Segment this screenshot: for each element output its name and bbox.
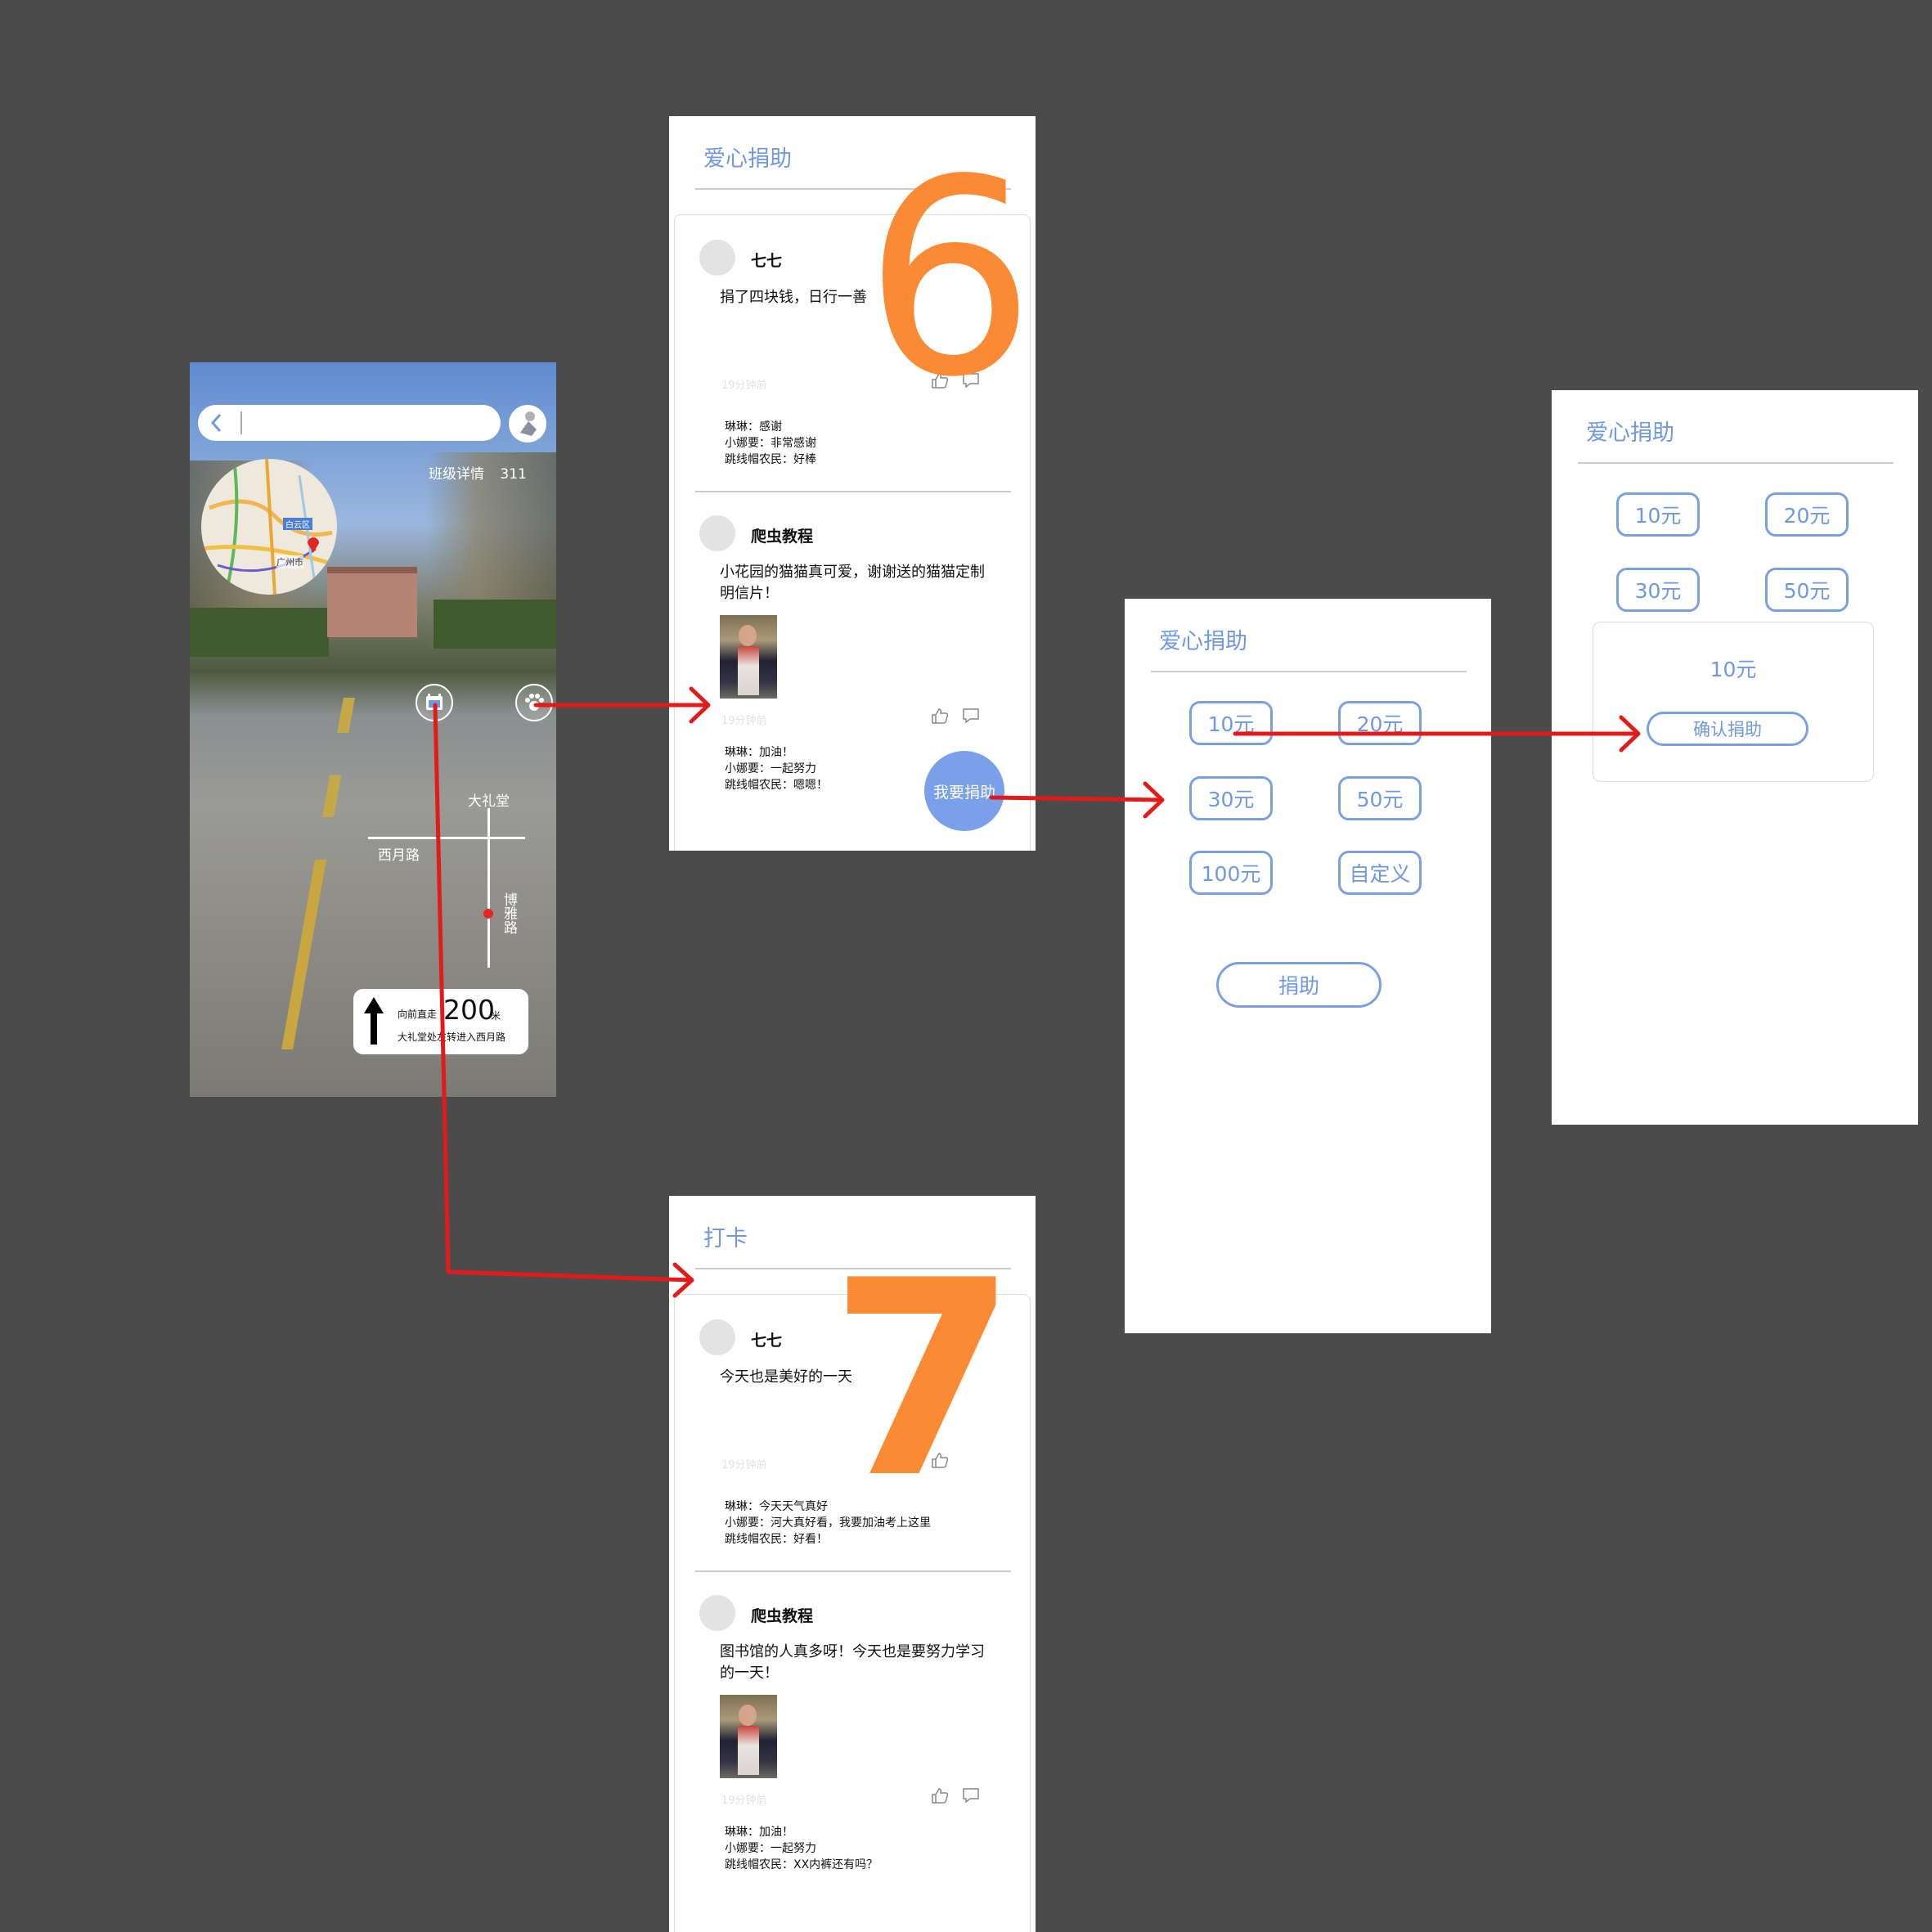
page-title: 爱心捐助 bbox=[1159, 629, 1247, 654]
nav-instruction-text: 大礼堂处左转进入西月路 bbox=[398, 1031, 506, 1043]
amount-option-10[interactable]: 10元 bbox=[1189, 701, 1273, 745]
comment: 琳琳：加油！ bbox=[725, 746, 793, 759]
like-icon[interactable] bbox=[931, 708, 949, 724]
confirm-dialog: 10元 确认捐助 bbox=[1593, 622, 1874, 782]
junction-horizontal bbox=[368, 837, 525, 839]
post-photo[interactable] bbox=[720, 615, 777, 699]
building bbox=[327, 567, 417, 637]
comment: 跳线帽农民：XX内裤还有吗？ bbox=[725, 1858, 878, 1871]
mini-map[interactable]: 白云区 广州市 bbox=[201, 459, 337, 595]
avatar[interactable] bbox=[699, 1319, 735, 1355]
avatar[interactable] bbox=[509, 405, 546, 443]
amount-option-50[interactable]: 50元 bbox=[1338, 776, 1422, 820]
amount-option-20[interactable]: 20元 bbox=[1338, 701, 1422, 745]
map-label-baiyun: 白云区 bbox=[283, 518, 312, 530]
nav-screen: 班级详情 311 白云区 广州市 大礼堂 西月路 博雅路 向前直走 200 米 … bbox=[190, 362, 556, 1097]
avatar[interactable] bbox=[699, 240, 735, 276]
comment: 跳线帽农民：好棒 bbox=[725, 453, 816, 466]
donate-submit-button[interactable]: 捐助 bbox=[1216, 962, 1382, 1008]
amount-select-screen: 爱心捐助 10元 20元 30元 50元 100元 自定义 捐助 bbox=[1125, 599, 1491, 1333]
room-number: 311 bbox=[500, 466, 527, 483]
post-text: 小花园的猫猫真可爱，谢谢送的猫猫定制明信片！ bbox=[720, 564, 985, 602]
comment: 琳琳：感谢 bbox=[725, 420, 782, 434]
search-cursor bbox=[240, 411, 242, 434]
title-divider bbox=[1151, 671, 1467, 672]
current-position-dot bbox=[483, 909, 493, 919]
amount-option-50[interactable]: 50元 bbox=[1765, 568, 1849, 612]
nav-instruction-card: 向前直走 200 米 大礼堂处左转进入西月路 bbox=[353, 989, 528, 1054]
comment: 琳琳：加油！ bbox=[725, 1826, 793, 1839]
comment-list: 琳琳：感谢 小娜要：非常感谢 跳线帽农民：好棒 bbox=[725, 419, 816, 468]
post-username: 爬虫教程 bbox=[751, 528, 814, 546]
selected-amount: 10元 bbox=[1710, 658, 1757, 681]
checkin-button[interactable] bbox=[416, 684, 453, 721]
confirm-donate-screen: 爱心捐助 10元 20元 30元 50元 捐助 10元 确认捐助 bbox=[1552, 390, 1918, 1125]
checkin-feed-screen: 打卡 七七 今天也是美好的一天 19分钟前 琳琳：今天天气真好 小娜要：河大真好… bbox=[669, 1196, 1036, 1932]
comment: 小娜要：一起努力 bbox=[725, 762, 816, 775]
post-username: 爬虫教程 bbox=[751, 1607, 814, 1625]
post-time: 19分钟前 bbox=[721, 1795, 767, 1807]
post-text: 捐了四块钱，日行一善 bbox=[720, 289, 867, 306]
amount-option-custom[interactable]: 自定义 bbox=[1338, 851, 1422, 895]
like-icon[interactable] bbox=[931, 1787, 949, 1804]
annotation-number-7: 7 bbox=[829, 1223, 1018, 1537]
post-text: 图书馆的人真多呀！今天也是要努力学习的一天！ bbox=[720, 1643, 985, 1682]
calendar-icon bbox=[426, 694, 443, 710]
map-roads-icon bbox=[201, 459, 337, 595]
page-title: 打卡 bbox=[703, 1226, 748, 1251]
comment: 小娜要：非常感谢 bbox=[725, 437, 816, 450]
comment-list: 琳琳：加油！ 小娜要：一起努力 跳线帽农民：嗯嗯！ bbox=[725, 744, 828, 793]
search-input[interactable] bbox=[245, 410, 486, 436]
comment-icon[interactable] bbox=[962, 708, 980, 724]
post-divider bbox=[695, 491, 1011, 492]
nav-distance: 200 bbox=[443, 994, 495, 1026]
avatar-figure-icon bbox=[520, 411, 537, 436]
search-bar[interactable] bbox=[198, 405, 501, 441]
post-time: 19分钟前 bbox=[721, 715, 767, 727]
map-label-guangzhou: 广州市 bbox=[276, 555, 303, 568]
comment-list: 琳琳：加油！ 小娜要：一起努力 跳线帽农民：XX内裤还有吗？ bbox=[725, 1824, 878, 1873]
comment-icon[interactable] bbox=[962, 1787, 980, 1804]
class-detail-link[interactable]: 班级详情 311 bbox=[429, 462, 527, 483]
confirm-donate-button[interactable]: 确认捐助 bbox=[1647, 712, 1808, 746]
donate-button[interactable] bbox=[515, 684, 553, 721]
donate-feed-screen: 爱心捐助 七七 捐了四块钱，日行一善 19分钟前 琳琳：感谢 小娜要：非常感谢 … bbox=[669, 116, 1036, 851]
amount-option-100[interactable]: 100元 bbox=[1189, 851, 1273, 895]
amount-option-30[interactable]: 30元 bbox=[1616, 568, 1700, 612]
hedge-left bbox=[190, 608, 329, 657]
amount-option-20[interactable]: 20元 bbox=[1765, 492, 1849, 537]
post-username: 七七 bbox=[751, 252, 783, 270]
location-pin-icon bbox=[308, 537, 319, 553]
comment: 跳线帽农民：嗯嗯！ bbox=[725, 779, 828, 792]
road-label-west: 西月路 bbox=[378, 847, 420, 864]
nav-unit: 米 bbox=[491, 1010, 501, 1022]
paw-icon bbox=[525, 694, 544, 711]
junction-vertical bbox=[487, 808, 490, 968]
class-detail-label: 班级详情 bbox=[429, 466, 484, 483]
straight-arrow-icon bbox=[364, 997, 384, 1045]
post-username: 七七 bbox=[751, 1332, 783, 1350]
hedge-right bbox=[434, 600, 556, 649]
post-divider bbox=[695, 1570, 1011, 1572]
avatar[interactable] bbox=[699, 1595, 735, 1631]
road-label-hall: 大礼堂 bbox=[468, 793, 510, 810]
nav-go-label: 向前直走 bbox=[398, 1009, 438, 1020]
page-title: 爱心捐助 bbox=[703, 146, 792, 172]
fab-label: 我要捐助 bbox=[932, 783, 995, 802]
road-center-line bbox=[281, 698, 355, 1049]
post-time: 19分钟前 bbox=[721, 380, 767, 392]
page-title: 爱心捐助 bbox=[1586, 420, 1674, 446]
amount-option-30[interactable]: 30元 bbox=[1189, 776, 1273, 820]
amount-option-10[interactable]: 10元 bbox=[1616, 492, 1700, 537]
comment: 小娜要：一起努力 bbox=[725, 1842, 816, 1855]
avatar[interactable] bbox=[699, 515, 735, 551]
annotation-number-6: 6 bbox=[864, 122, 1036, 436]
title-divider bbox=[1578, 462, 1894, 464]
back-icon[interactable] bbox=[208, 412, 226, 434]
post-photo[interactable] bbox=[720, 1695, 777, 1778]
post-time: 19分钟前 bbox=[721, 1459, 767, 1471]
road-label-boya: 博雅路 bbox=[501, 892, 517, 934]
donate-fab-button[interactable]: 我要捐助 bbox=[924, 751, 1004, 831]
